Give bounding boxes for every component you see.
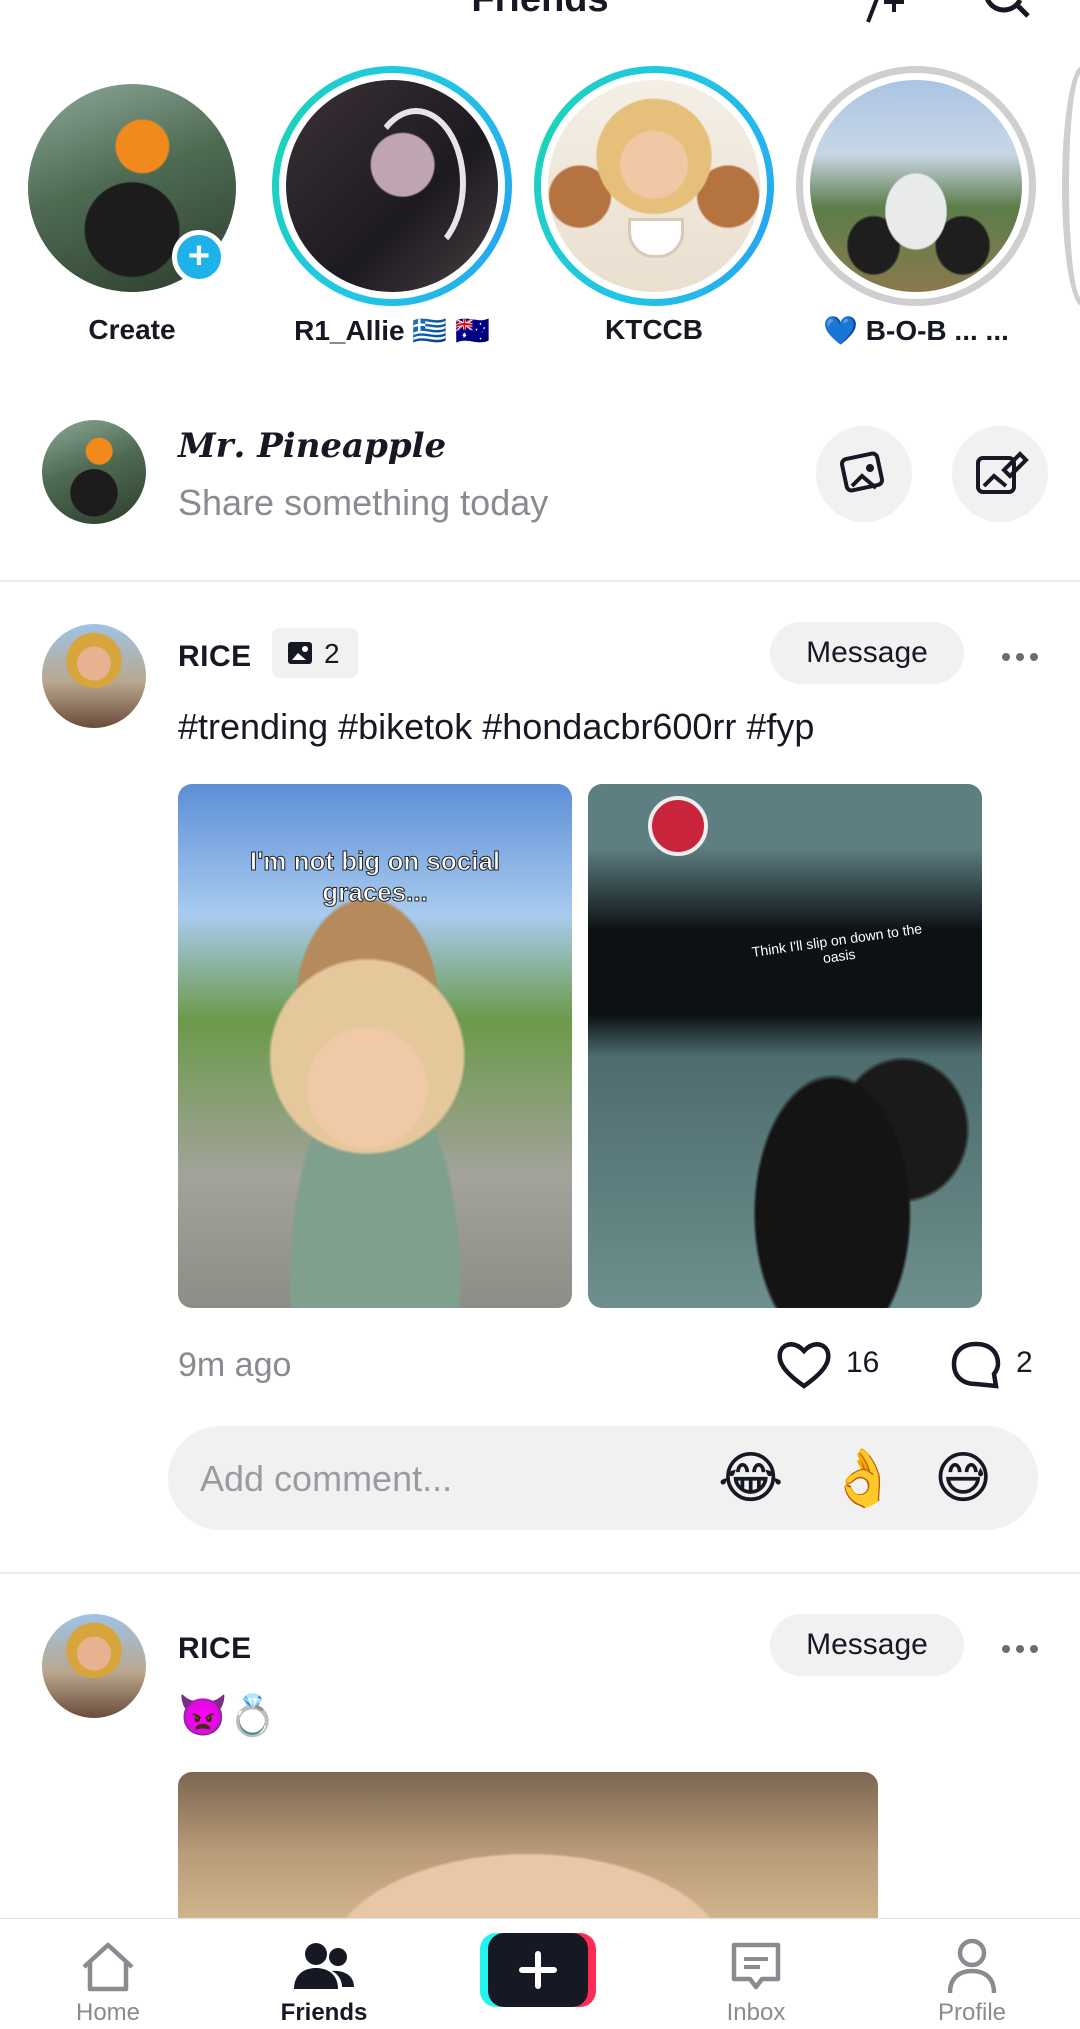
nav-home[interactable]: Home: [28, 1919, 188, 2029]
story-create[interactable]: + Create: [12, 66, 252, 356]
nav-profile[interactable]: Profile: [892, 1919, 1052, 2029]
comment-input-bar[interactable]: Add comment... 😂 👌 😅: [168, 1426, 1038, 1530]
photo-button[interactable]: [816, 426, 912, 522]
story-item-partial[interactable]: [1062, 66, 1080, 306]
nav-friends[interactable]: Friends: [244, 1919, 404, 2029]
post-photo[interactable]: [178, 1772, 878, 1932]
post-author-avatar[interactable]: [42, 1614, 146, 1718]
inbox-icon: [731, 1942, 781, 1990]
story-item[interactable]: 💙 B-O-B ... ...: [796, 66, 1036, 356]
add-story-icon[interactable]: +: [172, 230, 226, 284]
comment-count: 2: [1016, 1346, 1033, 1379]
quick-emoji[interactable]: 😅: [934, 1446, 992, 1510]
message-button[interactable]: Message: [770, 1614, 964, 1676]
story-avatar: [286, 80, 498, 292]
nav-label: Friends: [280, 1999, 368, 2026]
like-count: 16: [846, 1346, 880, 1379]
plus-icon: [519, 1951, 557, 1989]
search-icon[interactable]: [980, 0, 1034, 26]
friends-icon: [294, 1943, 354, 1989]
more-options-icon[interactable]: [1000, 649, 1040, 661]
story-item[interactable]: KTCCB: [534, 66, 774, 356]
comment-input[interactable]: Add comment...: [200, 1458, 452, 1500]
photo-overlay-text: Think I'll slip on down to the oasis: [750, 920, 923, 967]
story-label: R1_Allie 🇬🇷 🇦🇺: [294, 315, 490, 346]
post-caption: #trending #biketok #hondacbr600rr #fyp: [178, 706, 815, 747]
composer-input[interactable]: Share something today: [178, 482, 548, 524]
more-options-icon[interactable]: [1000, 1641, 1040, 1653]
photo-stack-icon: [288, 642, 312, 664]
post-author-avatar[interactable]: [42, 624, 146, 728]
message-button[interactable]: Message: [770, 622, 964, 684]
story-label: Create: [88, 314, 176, 345]
home-icon: [82, 1942, 134, 1992]
story-avatar: [810, 80, 1022, 292]
profile-icon: [947, 1938, 997, 1994]
photo-count-badge: 2: [272, 628, 358, 678]
divider: [0, 1572, 1080, 1574]
post-username[interactable]: RICE: [178, 640, 252, 674]
nav-label: Profile: [937, 1999, 1007, 2026]
quick-emoji[interactable]: 👌: [828, 1446, 898, 1510]
bottom-nav: Home Friends Inbox Profile: [0, 1918, 1080, 2028]
photo-overlay-text: I'm not big on social graces...: [249, 846, 501, 908]
post-time: 9m ago: [178, 1346, 292, 1384]
photo-icon: [839, 451, 885, 493]
like-icon[interactable]: [774, 1336, 834, 1392]
post-caption: 👿💍: [178, 1694, 278, 1738]
post-username[interactable]: RICE: [178, 1632, 252, 1666]
edit-photo-button[interactable]: [952, 426, 1048, 522]
post-photo[interactable]: I'm not big on social graces...: [178, 784, 572, 1308]
comment-icon[interactable]: [948, 1338, 1004, 1392]
story-item[interactable]: R1_Allie 🇬🇷 🇦🇺: [272, 66, 512, 356]
divider: [0, 580, 1080, 582]
composer-name: 𝑴𝒓. 𝑷𝒊𝒏𝒆𝒂𝒑𝒑𝒍𝒆: [178, 426, 447, 466]
phillips-66-sign: [648, 796, 708, 856]
edit-photo-icon: [976, 451, 1029, 494]
page-title: Friends: [0, 0, 1080, 21]
my-avatar[interactable]: [42, 420, 146, 524]
create-button[interactable]: [480, 1933, 596, 2007]
nav-label: Inbox: [726, 1999, 786, 2026]
story-label: 💙 B-O-B ... ...: [823, 315, 1009, 346]
nav-inbox[interactable]: Inbox: [676, 1919, 836, 2029]
photo-count: 2: [324, 638, 340, 669]
add-friend-icon[interactable]: [860, 0, 914, 26]
story-avatar: [548, 80, 760, 292]
quick-emoji[interactable]: 😂: [718, 1446, 783, 1510]
post-photo[interactable]: Think I'll slip on down to the oasis: [588, 784, 982, 1308]
nav-label: Home: [75, 1999, 141, 2026]
story-label: KTCCB: [605, 314, 703, 345]
